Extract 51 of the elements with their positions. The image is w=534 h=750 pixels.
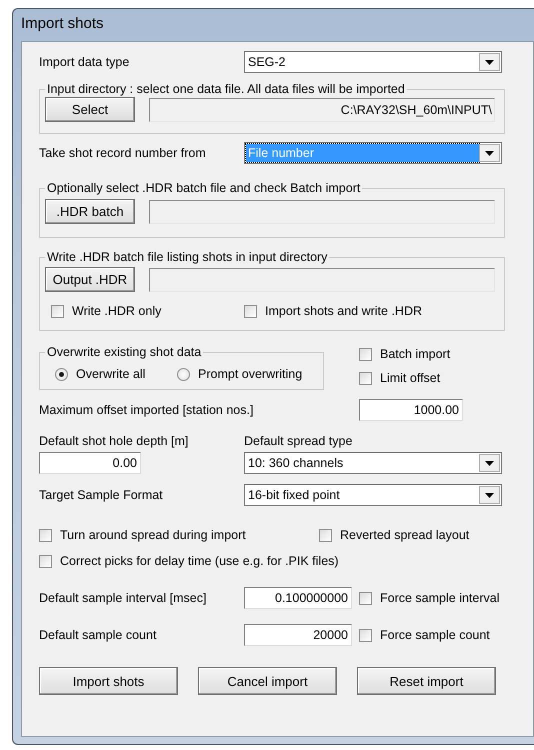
checkbox-label: Write .HDR only — [72, 304, 162, 318]
group-title: Write .HDR batch file listing shots in input directory — [46, 250, 328, 264]
dropdown[interactable]: 16-bit fixed point — [244, 484, 502, 506]
checkbox-label: Reverted spread layout — [340, 528, 470, 542]
radio-label: Prompt overwriting — [198, 367, 302, 381]
dropdown[interactable]: 10: 360 channels — [244, 452, 502, 474]
checkbox[interactable] — [359, 372, 372, 384]
radio-button[interactable] — [55, 368, 68, 380]
checkbox[interactable] — [51, 304, 64, 318]
field-label: Default spread type — [244, 434, 352, 448]
checkbox[interactable] — [39, 554, 52, 568]
field-label: Default sample interval [msec] — [39, 591, 208, 605]
path-field[interactable] — [149, 268, 495, 292]
action-button[interactable]: Reset import — [357, 667, 496, 695]
path-field[interactable]: C:\RAY32\SH_60m\INPUT\ — [149, 98, 495, 122]
field-label: Default shot hole depth [m] — [39, 434, 190, 448]
path-field[interactable] — [149, 200, 495, 224]
field-label: Maximum offset imported [station nos.] — [39, 403, 254, 417]
checkbox[interactable] — [359, 592, 372, 604]
checkbox[interactable] — [359, 348, 372, 360]
checkbox[interactable] — [319, 528, 332, 542]
input-field[interactable]: 1000.00 — [359, 399, 463, 421]
checkbox-label: Force sample count — [380, 628, 490, 642]
dropdown[interactable]: SEG-2 — [244, 51, 502, 73]
field-label: Default sample count — [39, 628, 158, 642]
select-button[interactable]: Select — [45, 97, 135, 122]
input-field[interactable]: 20000 — [244, 624, 352, 646]
checkbox-label: Correct picks for delay time (use e.g. for .PIK files) — [60, 554, 339, 568]
input-field[interactable]: 0.00 — [39, 452, 141, 474]
radio-label: Overwrite all — [76, 367, 146, 381]
group-title: Overwrite existing shot data — [46, 345, 202, 359]
field-label: Import data type — [39, 55, 130, 69]
radio-button[interactable] — [177, 368, 190, 380]
checkbox-label: Import shots and write .HDR — [265, 304, 422, 318]
checkbox-label: Turn around spread during import — [60, 528, 246, 542]
input-field[interactable]: 0.100000000 — [244, 587, 352, 609]
hdr-batch-button[interactable]: .HDR batch — [45, 199, 135, 224]
checkbox[interactable] — [359, 628, 372, 642]
checkbox[interactable] — [244, 304, 257, 318]
checkbox-label: Limit offset — [380, 371, 440, 385]
field-label: Take shot record number from — [39, 146, 207, 160]
checkbox-label: Batch import — [380, 347, 450, 361]
checkbox-label: Force sample interval — [380, 591, 500, 605]
action-button[interactable]: Import shots — [39, 667, 178, 695]
field-label: Target Sample Format — [39, 488, 164, 502]
group-title: Optionally select .HDR batch file and check Batch import — [46, 181, 362, 195]
window-title: Import shots — [21, 14, 104, 34]
action-button[interactable]: Cancel import — [198, 667, 337, 695]
output-hdr-button[interactable]: Output .HDR — [45, 267, 135, 292]
group-title: Input directory : select one data file. All data files will be imported — [46, 82, 406, 96]
checkbox[interactable] — [39, 528, 52, 542]
